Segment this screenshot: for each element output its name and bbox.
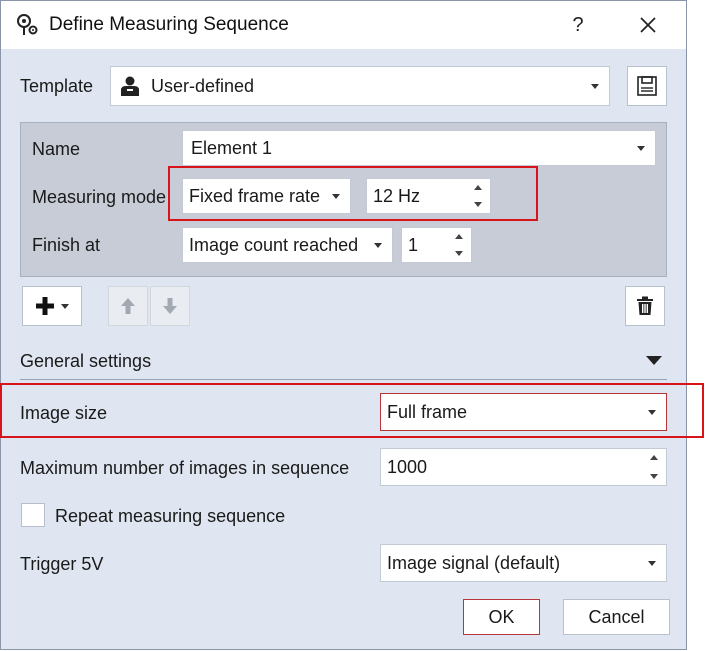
spin-up-icon[interactable] [650,455,658,460]
finish-count-value: 1 [408,234,419,255]
image-size-highlight [0,383,704,438]
move-down-button[interactable] [150,286,190,326]
chevron-down-icon [637,146,645,151]
repeat-sequence-checkbox[interactable] [21,503,45,527]
max-images-spinbox[interactable]: 1000 [380,448,667,486]
plus-icon [36,297,54,315]
sequence-settings-icon [17,14,38,35]
section-divider [20,379,667,380]
add-element-button[interactable] [22,286,82,326]
close-button[interactable] [631,10,665,40]
ok-button[interactable]: OK [463,599,540,635]
move-up-button[interactable] [108,286,148,326]
finish-at-dropdown[interactable]: Image count reached [182,227,393,263]
name-label: Name [32,139,81,159]
save-template-button[interactable] [627,66,667,106]
trigger-value: Image signal (default) [387,552,561,573]
repeat-sequence-label[interactable]: Repeat measuring sequence [55,506,285,527]
element-name-dropdown[interactable]: Element 1 [182,130,656,166]
close-icon [640,17,656,33]
title-bar: Define Measuring Sequence ? [1,1,686,49]
define-measuring-sequence-dialog: Define Measuring Sequence ? Template Use… [0,0,687,650]
template-dropdown[interactable]: User-defined [110,66,610,106]
max-images-label: Maximum number of images in sequence [20,458,350,478]
save-icon [637,76,657,96]
general-settings-header[interactable]: General settings [20,351,151,372]
chevron-down-icon [61,303,69,309]
measuring-mode-label: Measuring mode [32,187,167,207]
chevron-down-icon [591,84,599,89]
finish-at-label: Finish at [32,235,101,255]
delete-element-button[interactable] [625,286,665,326]
trigger-dropdown[interactable]: Image signal (default) [380,544,667,582]
user-icon [121,76,139,96]
window-title: Define Measuring Sequence [49,14,289,35]
cancel-label: Cancel [588,606,645,627]
arrow-up-icon [121,298,135,314]
trigger-label: Trigger 5V [20,554,104,574]
measuring-mode-highlight [168,166,538,221]
arrow-down-icon [163,298,177,314]
spin-up-icon[interactable] [455,234,463,239]
finish-count-spinbox[interactable]: 1 [401,227,472,263]
ok-label: OK [488,606,515,627]
finish-at-value: Image count reached [189,234,359,255]
help-button[interactable]: ? [561,10,595,40]
template-label: Template [20,76,94,96]
spin-down-icon[interactable] [650,474,658,479]
max-images-value: 1000 [387,456,428,477]
template-value: User-defined [151,75,255,96]
element-name-value: Element 1 [191,137,273,158]
chevron-down-icon [648,561,656,566]
collapse-triangle-icon[interactable] [646,356,662,365]
spin-down-icon[interactable] [455,251,463,256]
chevron-down-icon [374,243,382,248]
trash-icon [637,296,653,315]
cancel-button[interactable]: Cancel [563,599,670,635]
